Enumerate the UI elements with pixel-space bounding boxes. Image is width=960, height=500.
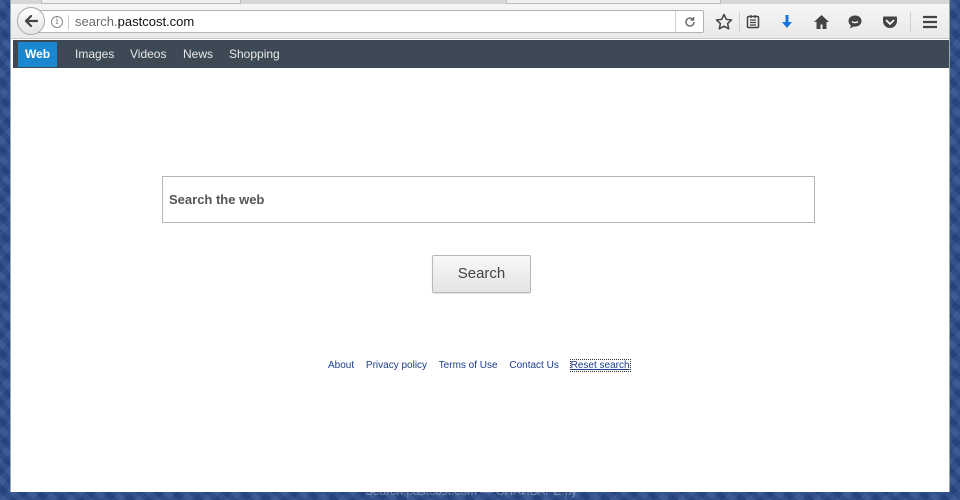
home-icon[interactable]	[810, 11, 832, 33]
info-icon[interactable]: i	[51, 16, 63, 28]
browser-window: i search.pastcost.com Web Images Videos …	[10, 0, 950, 492]
url-prefix: search.	[75, 14, 118, 29]
url-separator	[68, 15, 69, 30]
footer-links: About Privacy policy Terms of Use Contac…	[328, 359, 639, 372]
back-arrow-icon[interactable]	[17, 7, 45, 35]
star-icon[interactable]	[713, 11, 735, 33]
browser-toolbar: i search.pastcost.com	[11, 4, 949, 39]
nav-tab-shopping[interactable]: Shopping	[229, 40, 280, 68]
footer-link-reset-search[interactable]: Reset search	[569, 359, 631, 372]
url-domain: pastcost.com	[117, 14, 195, 29]
footer-link-terms[interactable]: Terms of Use	[439, 360, 498, 371]
nav-tab-web[interactable]: Web	[18, 42, 58, 67]
search-nav-bar: Web Images Videos News Shopping	[13, 40, 949, 68]
url-bar[interactable]: i search.pastcost.com	[35, 10, 704, 33]
download-arrow-icon[interactable]	[776, 11, 798, 33]
watermark-caption: Search.pastcost.com — СПАЙВАРЕ.ру	[365, 484, 578, 498]
url-text[interactable]: search.pastcost.com	[75, 14, 194, 29]
toolbar-separator	[910, 12, 911, 32]
toolbar-separator	[739, 12, 740, 32]
footer-link-about[interactable]: About	[328, 360, 354, 371]
chat-bubble-icon[interactable]	[844, 11, 866, 33]
search-button[interactable]: Search	[432, 255, 531, 293]
pocket-icon[interactable]	[879, 11, 901, 33]
nav-tab-videos[interactable]: Videos	[130, 40, 166, 68]
reload-icon[interactable]	[675, 11, 703, 32]
reading-list-icon[interactable]	[742, 11, 764, 33]
footer-link-privacy[interactable]: Privacy policy	[366, 360, 427, 371]
footer-link-contact[interactable]: Contact Us	[509, 360, 558, 371]
nav-tab-images[interactable]: Images	[75, 40, 114, 68]
search-placeholder: Search the web	[169, 192, 265, 207]
search-input[interactable]: Search the web	[162, 176, 815, 223]
nav-tab-news[interactable]: News	[183, 40, 213, 68]
hamburger-menu-icon[interactable]	[919, 11, 941, 33]
